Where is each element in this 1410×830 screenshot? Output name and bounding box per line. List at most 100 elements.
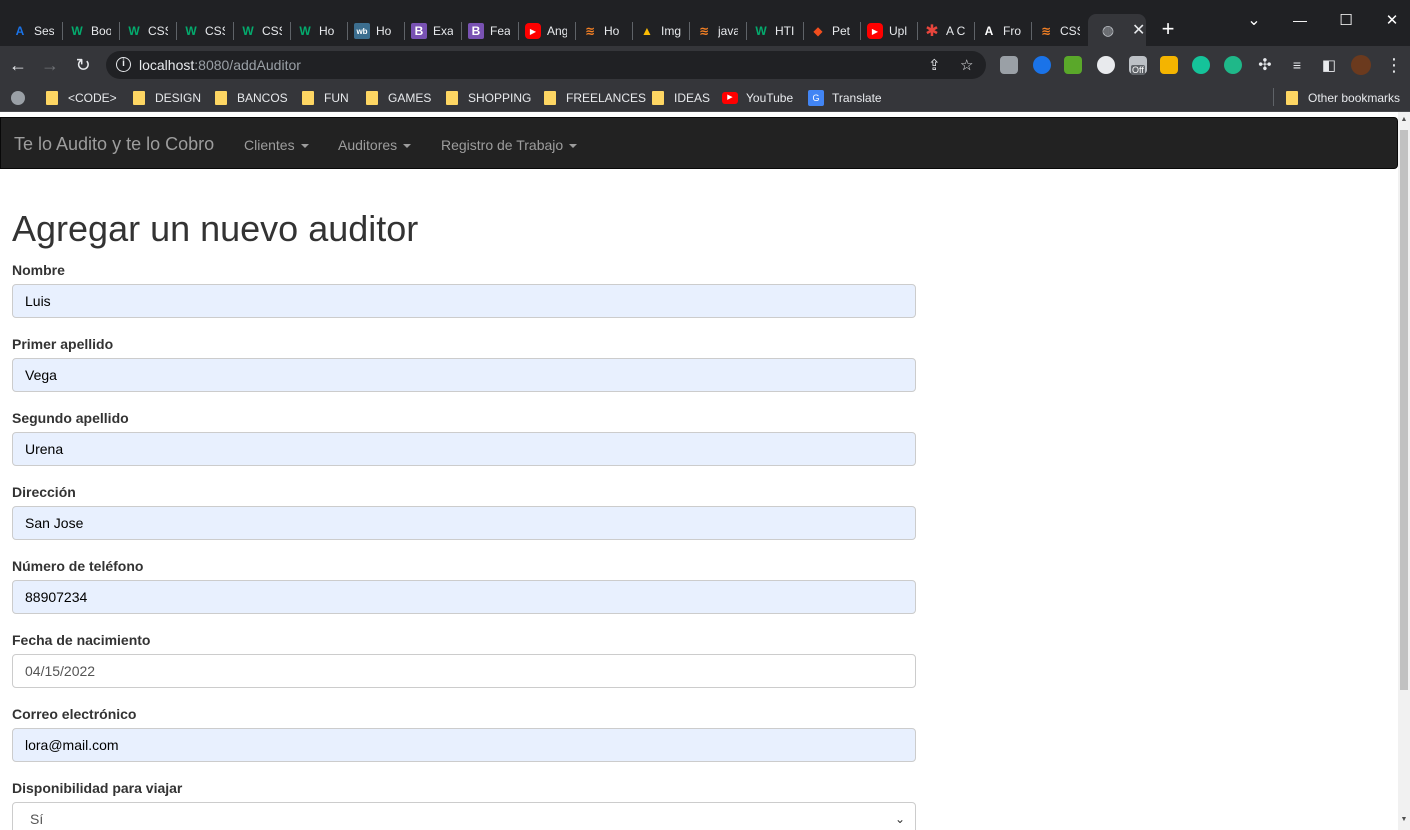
media-control-icon[interactable]: ≡ [1285, 53, 1309, 77]
gem-extension-icon[interactable] [1033, 56, 1051, 74]
tab[interactable]: A Fro [969, 16, 1026, 46]
tab[interactable]: A Ses [0, 16, 57, 46]
forward-icon[interactable]: → [38, 53, 62, 77]
app-brand[interactable]: Te lo Audito y te lo Cobro [14, 134, 214, 155]
bookmark-folder-fun[interactable]: FUN [302, 90, 349, 106]
bookmark-star-icon[interactable]: ☆ [960, 56, 973, 74]
grammarly-extension-icon[interactable] [1192, 56, 1210, 74]
tab[interactable]: WCSS [171, 16, 228, 46]
tab[interactable]: ▲ Img [627, 16, 684, 46]
bookmark-folder-bancos[interactable]: BANCOS [215, 90, 288, 106]
tab-active[interactable]: ◍ ✕ [1088, 14, 1146, 46]
label-segundo-apellido: Segundo apellido [12, 410, 129, 426]
minimize-button[interactable]: — [1277, 8, 1323, 32]
menu-auditores[interactable]: Auditores [338, 137, 412, 153]
bookmark-folder-ideas[interactable]: IDEAS [652, 90, 710, 106]
disponibilidad-select[interactable]: Sí ⌄ [12, 802, 916, 830]
maximize-button[interactable]: ☐ [1323, 8, 1369, 32]
chevron-down-icon: ⌄ [894, 812, 905, 826]
primer-apellido-input[interactable]: Vega [12, 358, 916, 392]
tab[interactable]: ◆ Pet [798, 16, 855, 46]
page-title: Agregar un nuevo auditor [12, 208, 419, 249]
tab[interactable]: ≋ java [684, 16, 741, 46]
tab[interactable]: WCSS [228, 16, 285, 46]
site-info-icon[interactable]: i [116, 57, 131, 72]
bookmark-folder-freelances[interactable]: FREELANCES [544, 90, 646, 106]
a-extension-icon[interactable] [1224, 56, 1242, 74]
telefono-input[interactable]: 88907234 [12, 580, 916, 614]
gauge-extension-icon[interactable] [1097, 56, 1115, 74]
page-viewport: Te lo Audito y te lo Cobro Clientes Audi… [0, 112, 1398, 830]
w-logo-icon: W [71, 24, 83, 38]
folder-icon [133, 91, 145, 105]
label-direccion: Dirección [12, 484, 76, 500]
scrollbar-thumb[interactable] [1400, 130, 1408, 690]
tab[interactable]: wb Ho [342, 16, 399, 46]
cup-extension-icon[interactable]: Off [1129, 56, 1147, 75]
tab[interactable]: ≋CSS [1026, 16, 1083, 46]
tab-strip: ASes WBoo WCSS WCSS WCSS WHo wbHo BExa B… [0, 0, 1410, 46]
palette-extension-icon[interactable] [1160, 56, 1178, 74]
tab[interactable]: ▶ Upl [855, 16, 912, 46]
back-icon[interactable]: ← [6, 53, 30, 77]
tab[interactable]: ✱ A C [912, 16, 969, 46]
tab[interactable]: ≋ Ho [570, 16, 627, 46]
tab[interactable]: ▶ Ang [513, 16, 570, 46]
label-disponibilidad: Disponibilidad para viajar [12, 780, 183, 796]
bookmarks-separator [1273, 88, 1274, 106]
w-logo-icon: W [128, 24, 140, 38]
bookmark-folder-shopping[interactable]: SHOPPING [446, 90, 531, 106]
scroll-up-arrow-icon[interactable]: ▲ [1400, 116, 1408, 126]
bookmark-folder-design[interactable]: DESIGN [133, 90, 201, 106]
caret-down-icon [403, 144, 412, 149]
w-logo-icon: W [185, 24, 197, 38]
reload-icon[interactable]: ↻ [71, 53, 95, 77]
disponibilidad-selected: Sí [30, 811, 44, 827]
bookmark-youtube[interactable]: ▶ YouTube [722, 90, 793, 106]
bookmark-folder-code[interactable]: <CODE> [46, 90, 117, 106]
download-extension-icon[interactable] [1064, 56, 1082, 74]
avatar[interactable] [1351, 55, 1371, 75]
share-icon[interactable]: ⇪ [928, 56, 941, 74]
new-tab-button[interactable]: + [1158, 18, 1178, 42]
direccion-input[interactable]: San Jose [12, 506, 916, 540]
bootstrap-icon: B [411, 23, 427, 39]
fecha-nacimiento-input[interactable]: 04/15/2022 [12, 654, 916, 688]
tab[interactable]: W Ho [285, 16, 342, 46]
tab-strip-topline [0, 0, 1090, 6]
youtube-icon: ▶ [525, 23, 541, 39]
tab[interactable]: WCSS [114, 16, 171, 46]
scroll-down-arrow-icon[interactable]: ▼ [1400, 816, 1408, 826]
address-bar[interactable]: i localhost:8080/addAuditor ⇪ ☆ [106, 51, 986, 79]
menu-registro-de-trabajo[interactable]: Registro de Trabajo [441, 137, 578, 153]
figma-icon: ◆ [813, 24, 823, 38]
tab[interactable]: B Fea [456, 16, 513, 46]
close-window-button[interactable]: ✕ [1369, 8, 1410, 32]
side-panel-icon[interactable]: ◧ [1317, 53, 1341, 77]
menu-clientes[interactable]: Clientes [244, 137, 309, 153]
bootstrap-icon: B [468, 23, 484, 39]
other-bookmarks[interactable]: Other bookmarks [1286, 90, 1400, 106]
camera-extension-icon[interactable] [1000, 56, 1018, 74]
tab[interactable]: B Exa [399, 16, 456, 46]
w-logo-icon: W [242, 24, 254, 38]
globe-icon[interactable] [11, 90, 25, 106]
tab[interactable]: W HTI [741, 16, 798, 46]
app-navbar: Te lo Audito y te lo Cobro Clientes Audi… [0, 117, 1398, 169]
close-tab-icon[interactable]: ✕ [1132, 20, 1145, 40]
folder-icon [366, 91, 378, 105]
menu-kebab-icon[interactable]: ⋮ [1382, 53, 1406, 77]
bookmark-folder-games[interactable]: GAMES [366, 90, 431, 106]
tab-search-button[interactable]: ⌄ [1231, 8, 1277, 32]
bookmarks-bar: <CODE> DESIGN BANCOS FUN GAMES SHOPPING … [0, 84, 1410, 112]
segundo-apellido-input[interactable]: Urena [12, 432, 916, 466]
folder-icon [544, 91, 556, 105]
folder-icon [215, 91, 227, 105]
extensions-puzzle-icon[interactable]: ✣ [1253, 53, 1277, 77]
bookmark-translate[interactable]: G Translate [808, 90, 882, 106]
tab[interactable]: W Boo [57, 16, 114, 46]
wb-logo-icon: wb [354, 23, 370, 39]
correo-input[interactable]: lora@mail.com [12, 728, 916, 762]
nombre-input[interactable]: Luis [12, 284, 916, 318]
label-primer-apellido: Primer apellido [12, 336, 114, 352]
